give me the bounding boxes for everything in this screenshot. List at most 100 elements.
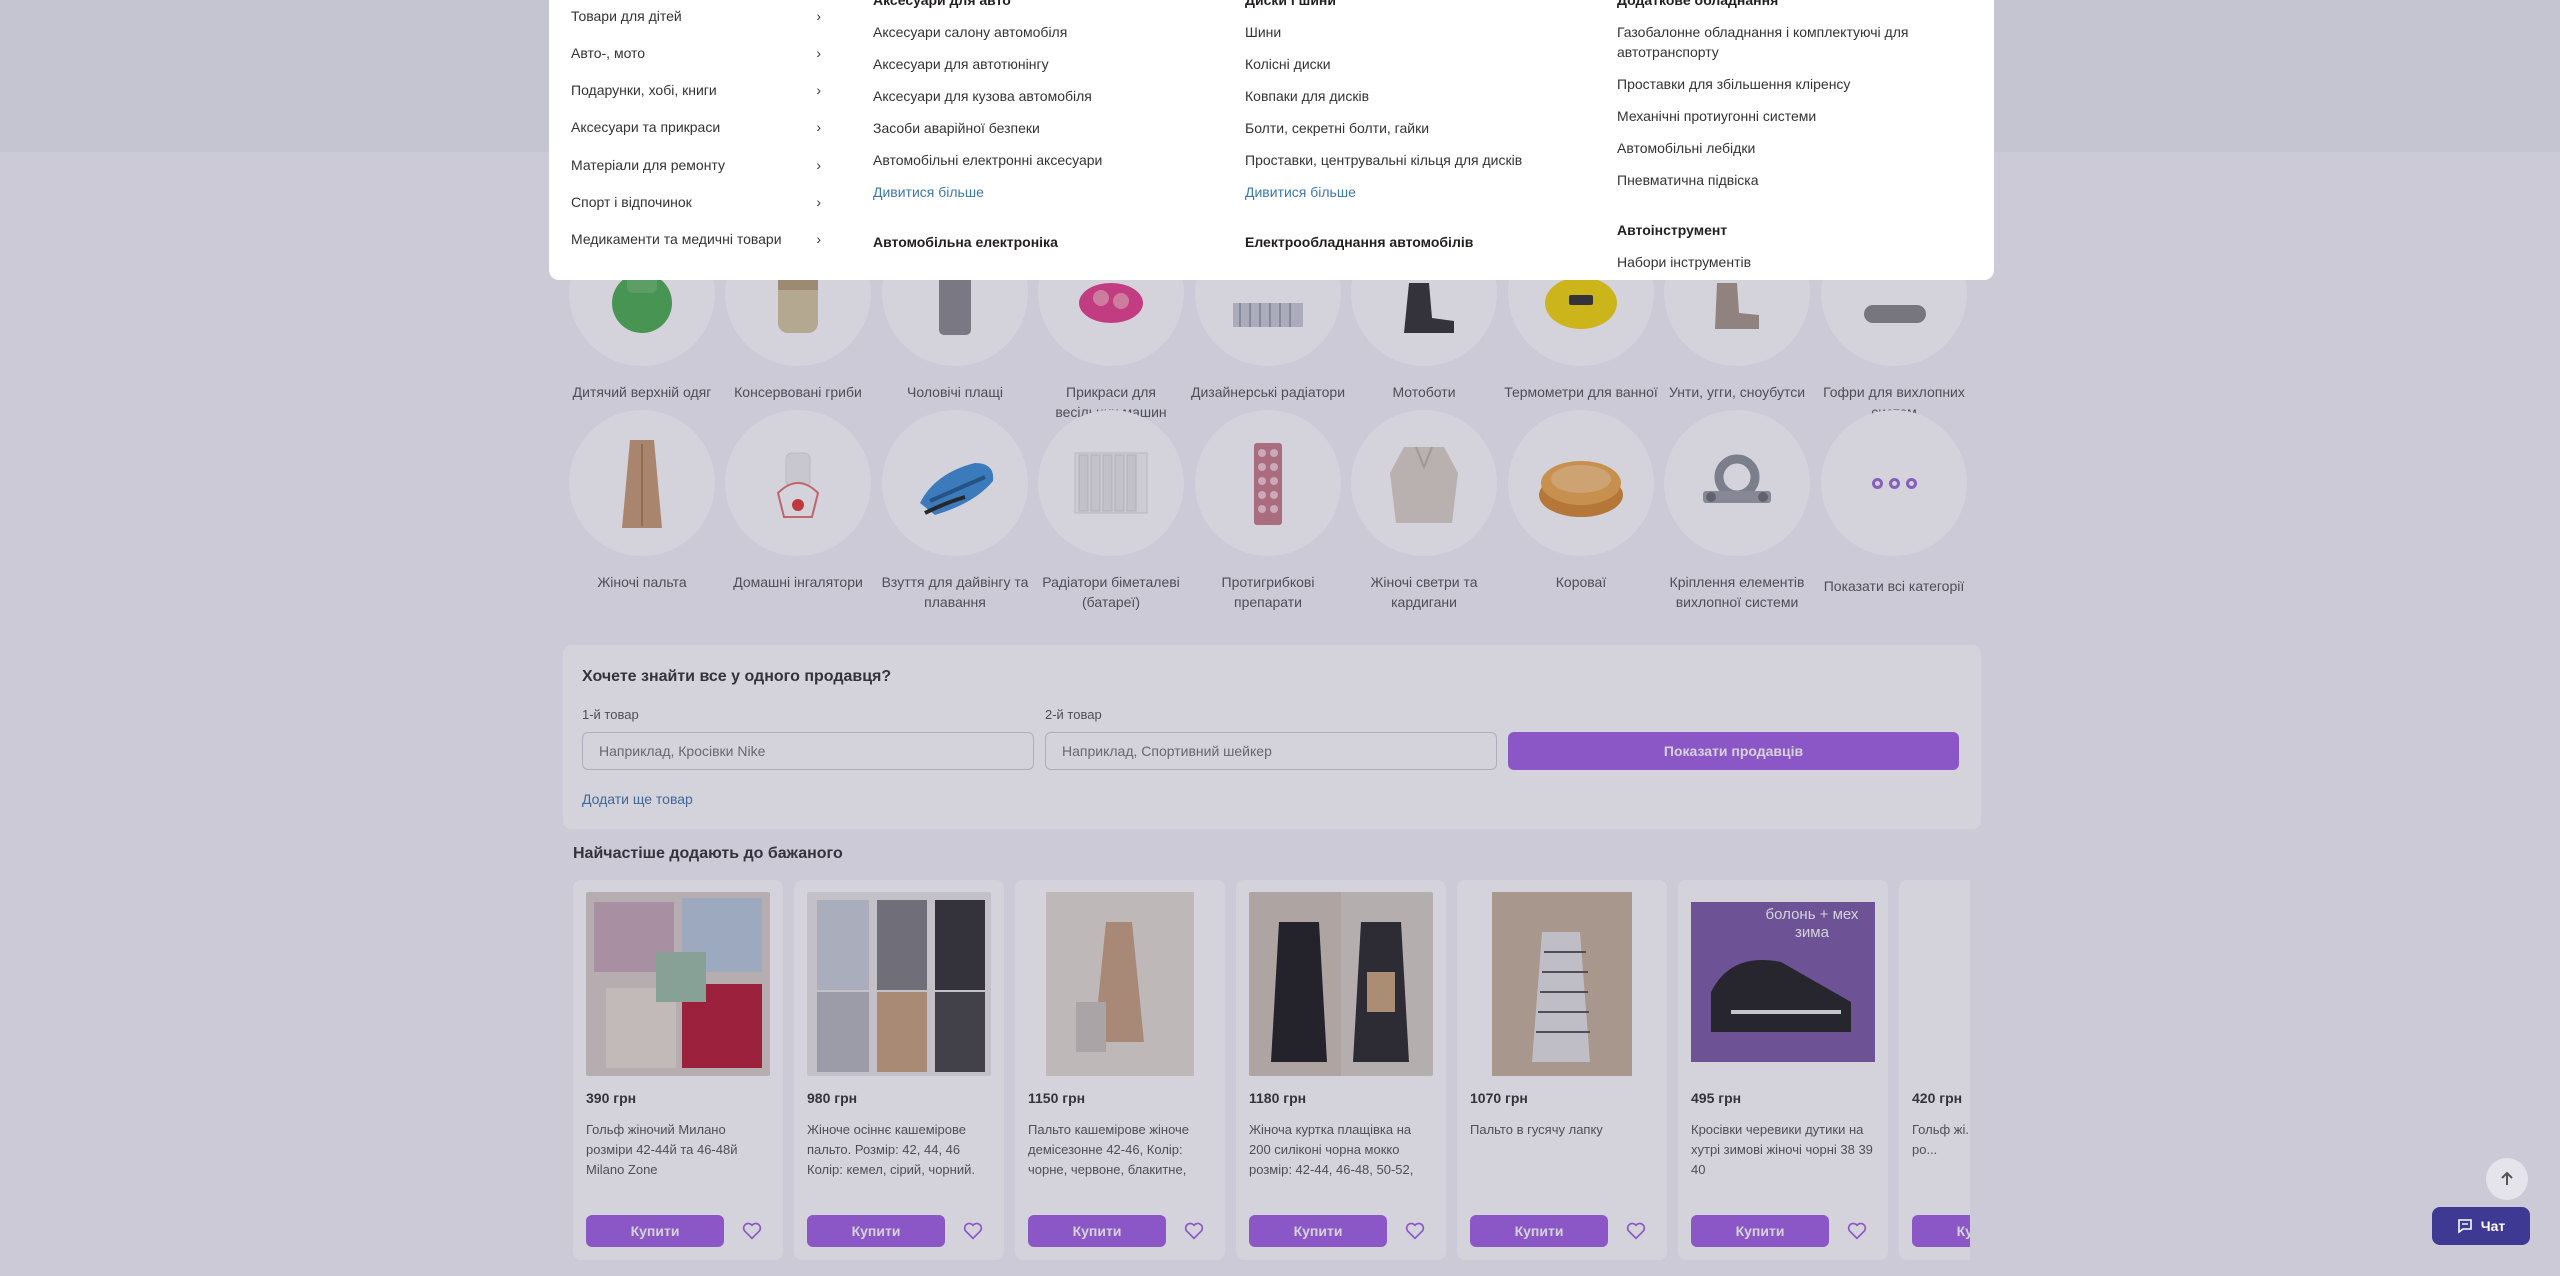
product-card[interactable]: 1150 грн Пальто кашемірове жіноче демісе… bbox=[1015, 880, 1225, 1260]
chevron-right-icon: › bbox=[816, 231, 821, 247]
product-title[interactable]: Жіноче осіннє кашемірове пальто. Розмір:… bbox=[807, 1120, 992, 1180]
buy-button[interactable]: Купити bbox=[807, 1215, 945, 1247]
product-card[interactable]: 390 грн Гольф жіночий Милано розміри 42-… bbox=[573, 880, 783, 1260]
buy-button[interactable]: Купити bbox=[1691, 1215, 1829, 1247]
menu-column-heading[interactable]: Диски і шини bbox=[1245, 0, 1336, 8]
product-title[interactable]: Жіноча куртка плащівка на 200 силіконі ч… bbox=[1249, 1120, 1434, 1180]
menu-link[interactable]: Пневматична підвіска bbox=[1617, 170, 1759, 190]
product-image: болонь + мех зима bbox=[1691, 892, 1875, 1076]
product-title[interactable]: Пальто в гусячу лапку bbox=[1470, 1120, 1655, 1180]
product-image bbox=[1912, 892, 1970, 1076]
menu-link[interactable]: Аксесуари для автотюнінгу bbox=[873, 54, 1049, 74]
sidebar-item-accessories[interactable]: Аксесуари та прикраси › bbox=[571, 119, 821, 135]
menu-link[interactable]: Газобалонне обладнання і комплектуючі дл… bbox=[1617, 22, 1908, 42]
product-card[interactable]: 1180 грн Жіноча куртка плащівка на 200 с… bbox=[1236, 880, 1446, 1260]
category-label: Жіночі светри та кардигани bbox=[1370, 574, 1478, 610]
scroll-to-top-button[interactable] bbox=[2486, 1158, 2528, 1200]
product-card[interactable]: 980 грн Жіноче осіннє кашемірове пальто.… bbox=[794, 880, 1004, 1260]
product-price: 1070 грн bbox=[1470, 1090, 1528, 1106]
second-product-input[interactable] bbox=[1045, 732, 1497, 770]
buy-button[interactable]: Купити bbox=[1028, 1215, 1166, 1247]
sidebar-item-label: Товари для дітей bbox=[571, 8, 682, 24]
heart-icon[interactable] bbox=[1402, 1218, 1428, 1244]
sidebar-item-label: Подарунки, хобі, книги bbox=[571, 82, 717, 98]
menu-column-heading[interactable]: Електрообладнання автомобілів bbox=[1245, 234, 1473, 250]
show-all-categories[interactable]: Показати всі категорії bbox=[1816, 410, 1972, 596]
category-item[interactable]: Домашні інгалятори bbox=[720, 410, 876, 592]
menu-link[interactable]: автотранспорту bbox=[1617, 42, 1719, 62]
menu-link[interactable]: Колісні диски bbox=[1245, 54, 1331, 74]
menu-link[interactable]: Ковпаки для дисків bbox=[1245, 86, 1369, 106]
menu-link[interactable]: Шини bbox=[1245, 22, 1281, 42]
buy-button[interactable]: Купити bbox=[1470, 1215, 1608, 1247]
sidebar-item-kids[interactable]: Товари для дітей › bbox=[571, 8, 821, 24]
heart-icon[interactable] bbox=[1623, 1218, 1649, 1244]
product-title[interactable]: Пальто кашемірове жіноче демісезонне 42-… bbox=[1028, 1120, 1213, 1180]
product-card[interactable]: 1070 грн Пальто в гусячу лапку Купити bbox=[1457, 880, 1667, 1260]
menu-link[interactable]: Автомобільні лебідки bbox=[1617, 138, 1755, 158]
heart-icon[interactable] bbox=[960, 1218, 986, 1244]
menu-link[interactable]: Автомобільні електронні аксесуари bbox=[873, 150, 1102, 170]
show-more-link[interactable]: Дивитися більше bbox=[1245, 182, 1356, 202]
chat-button[interactable]: Чат bbox=[2432, 1207, 2530, 1245]
heart-icon[interactable] bbox=[1844, 1218, 1870, 1244]
menu-link[interactable]: Засоби аварійної безпеки bbox=[873, 118, 1040, 138]
wishlist-carousel: 390 грн Гольф жіночий Милано розміри 42-… bbox=[573, 880, 1970, 1260]
category-label: Протигрибкові препарати bbox=[1221, 574, 1315, 610]
menu-column-heading[interactable]: Автомобільна електроніка bbox=[873, 234, 1058, 250]
product-price: 1150 грн bbox=[1028, 1090, 1086, 1106]
buy-button[interactable]: Купити bbox=[586, 1215, 724, 1247]
product-image bbox=[1470, 892, 1654, 1076]
product-price: 1180 грн bbox=[1249, 1090, 1307, 1106]
product-card[interactable]: болонь + мех зима 495 грн Кросівки черев… bbox=[1678, 880, 1888, 1260]
heart-icon[interactable] bbox=[1181, 1218, 1207, 1244]
category-item[interactable]: Протигрибкові препарати bbox=[1190, 410, 1346, 612]
menu-link[interactable]: Проставки для збільшення кліренсу bbox=[1617, 74, 1850, 94]
category-item[interactable]: Короваї bbox=[1503, 410, 1659, 592]
first-product-label: 1-й товар bbox=[582, 707, 639, 722]
sidebar-item-label: Матеріали для ремонту bbox=[571, 157, 725, 173]
first-product-input[interactable] bbox=[582, 732, 1034, 770]
product-image bbox=[586, 892, 770, 1076]
menu-column-heading[interactable]: Автоінструмент bbox=[1617, 222, 1727, 238]
chevron-right-icon: › bbox=[816, 82, 821, 98]
buy-button[interactable]: Купити bbox=[1249, 1215, 1387, 1247]
show-sellers-button[interactable]: Показати продавців bbox=[1508, 732, 1959, 770]
chevron-right-icon: › bbox=[816, 119, 821, 135]
one-seller-search: Хочете знайти все у одного продавця? 1-й… bbox=[563, 645, 1981, 829]
menu-link[interactable]: Проставки, центрувальні кільця для дискі… bbox=[1245, 150, 1522, 170]
sidebar-item-auto[interactable]: Авто-, мото › bbox=[571, 45, 821, 61]
chat-label: Чат bbox=[2480, 1218, 2506, 1234]
seller-search-title: Хочете знайти все у одного продавця? bbox=[582, 668, 892, 685]
category-label: Жіночі пальта bbox=[597, 574, 687, 590]
category-item[interactable]: Радіатори біметалеві (батареї) bbox=[1033, 410, 1189, 612]
category-item[interactable]: Взуття для дайвінгу та плавання bbox=[877, 410, 1033, 612]
sidebar-item-medicine[interactable]: Медикаменти та медичні товари › bbox=[571, 231, 821, 247]
sidebar-item-label: Аксесуари та прикраси bbox=[571, 119, 721, 135]
menu-column-heading[interactable]: Додаткове обладнання bbox=[1617, 0, 1778, 8]
sidebar-item-sport[interactable]: Спорт і відпочинок › bbox=[571, 194, 821, 210]
sidebar-item-label: Спорт і відпочинок bbox=[571, 194, 692, 210]
menu-link[interactable]: Механічні протиугонні системи bbox=[1617, 106, 1816, 126]
product-title[interactable]: Гольф жіночий Милано розміри 42-44й та 4… bbox=[586, 1120, 771, 1180]
menu-link[interactable]: Болти, секретні болти, гайки bbox=[1245, 118, 1429, 138]
category-item[interactable]: Жіночі пальта bbox=[564, 410, 720, 592]
menu-link[interactable]: Аксесуари для кузова автомобіля bbox=[873, 86, 1092, 106]
product-card[interactable]: 420 грн Гольф жі... 50 до 56р батал) ро.… bbox=[1899, 880, 1970, 1260]
category-item[interactable]: Жіночі светри та кардигани bbox=[1346, 410, 1502, 612]
chat-icon bbox=[2457, 1219, 2472, 1234]
show-more-link[interactable]: Дивитися більше bbox=[873, 182, 984, 202]
category-item[interactable]: Кріплення елементів вихлопної системи bbox=[1659, 410, 1815, 612]
menu-link[interactable]: Аксесуари салону автомобіля bbox=[873, 22, 1067, 42]
category-label: Домашні інгалятори bbox=[733, 574, 863, 590]
heart-icon[interactable] bbox=[739, 1218, 765, 1244]
menu-column-heading[interactable]: Аксесуари для авто bbox=[873, 0, 1011, 8]
menu-link[interactable]: Набори інструментів bbox=[1617, 252, 1751, 272]
buy-button[interactable]: Купити bbox=[1912, 1215, 1970, 1247]
sidebar-item-gifts[interactable]: Подарунки, хобі, книги › bbox=[571, 82, 821, 98]
add-product-link[interactable]: Додати ще товар bbox=[582, 791, 693, 807]
product-title[interactable]: Гольф жі... 50 до 56р батал) ро... bbox=[1912, 1120, 1970, 1180]
sidebar-item-materials[interactable]: Матеріали для ремонту › bbox=[571, 157, 821, 173]
product-title[interactable]: Кросівки черевики дутики на хутрі зимові… bbox=[1691, 1120, 1876, 1180]
second-product-label: 2-й товар bbox=[1045, 707, 1102, 722]
